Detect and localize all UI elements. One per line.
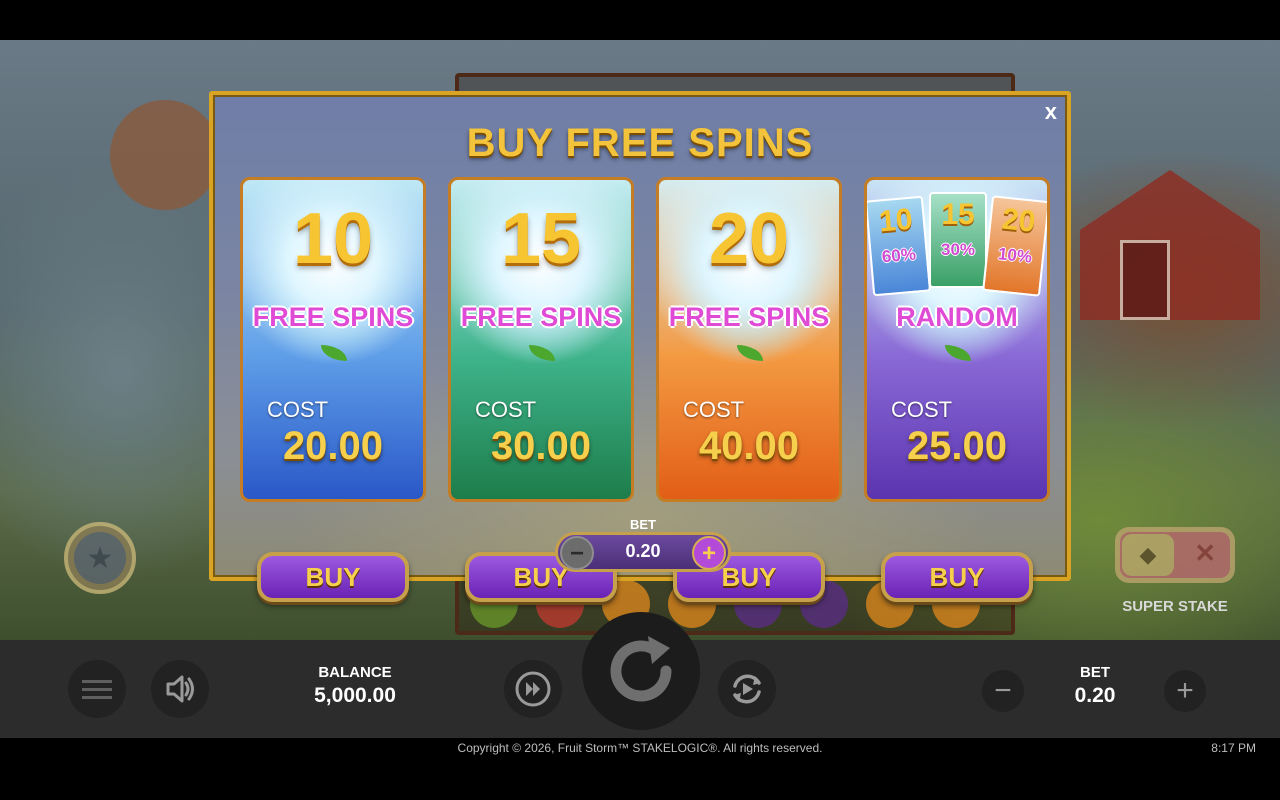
bottom-control-bar: BALANCE 5,000.00 − BET 0.20 + [0, 612, 1280, 738]
footer: Copyright © 2026, Fruit Storm™ STAKELOGI… [0, 738, 1280, 760]
cost-value: 20.00 [282, 424, 384, 468]
autoplay-icon [733, 674, 761, 704]
free-spins-label: FREE SPINS [460, 302, 622, 332]
random-options: 10 60% 15 30% 20 10% [867, 192, 1047, 308]
random-label: RANDOM [896, 302, 1018, 332]
sound-button[interactable] [151, 660, 209, 718]
super-stake-toggle[interactable]: ◆ ✕ [1115, 527, 1235, 583]
dialog-bet-decrease-button[interactable]: − [560, 536, 594, 570]
spin-arrow-icon [610, 636, 672, 702]
dialog-bet-label: BET [630, 517, 656, 532]
random-option-spins: 20 [1000, 202, 1037, 239]
buy-random-spins-button[interactable]: BUY [881, 552, 1033, 602]
bet-label: BET [1080, 664, 1110, 681]
spins-count: 20 [708, 199, 790, 279]
free-spins-card-15[interactable]: 15 FREE SPINS COST 30.00 [448, 177, 634, 502]
free-spins-options: 10 FREE SPINS COST 20.00 15 FREE SPINS C… [240, 177, 1052, 602]
menu-button[interactable] [68, 660, 126, 718]
balance-value: 5,000.00 [314, 684, 396, 707]
buy-free-spins-dialog: x BUY FREE SPINS 10 FREE SPINS COST 20.0… [209, 91, 1071, 602]
star-icon: ★ [86, 541, 114, 575]
copyright-text: Copyright © 2026, Fruit Storm™ STAKELOGI… [457, 741, 823, 755]
cost-label: COST [267, 397, 329, 422]
autoplay-button[interactable] [718, 660, 776, 718]
cost-label: COST [683, 397, 745, 422]
dialog-bet-value: 0.20 [625, 541, 661, 561]
dialog-bet-increase-button[interactable]: + [692, 536, 726, 570]
clock: 8:17 PM [1211, 741, 1256, 755]
buy-10-spins-button[interactable]: BUY [257, 552, 409, 602]
random-option-chance: 60% [881, 244, 917, 267]
spins-count: 10 [292, 199, 374, 279]
bet-increase-button[interactable]: + [1164, 670, 1206, 712]
cost-value: 30.00 [490, 424, 592, 468]
random-option-chance: 10% [997, 244, 1033, 267]
random-option-card: 15 30% [929, 192, 987, 288]
fast-forward-icon [515, 671, 551, 707]
super-stake-label: SUPER STAKE [1122, 598, 1228, 615]
free-spins-card-random[interactable]: 10 60% 15 30% 20 10% RANDOM COST 25.00 [864, 177, 1050, 502]
dialog-title: BUY FREE SPINS [466, 121, 814, 165]
hamburger-icon [82, 675, 112, 704]
random-option-card: 20 10% [982, 195, 1047, 297]
pig-character [110, 100, 220, 210]
speaker-icon [166, 675, 194, 703]
spins-count: 15 [500, 199, 582, 279]
balance-label: BALANCE [318, 664, 392, 681]
cost-value: 40.00 [698, 424, 800, 468]
random-option-spins: 10 [877, 202, 914, 239]
dialog-bet-stepper: − 0.20 + [555, 532, 731, 572]
free-spins-card-10[interactable]: 10 FREE SPINS COST 20.00 [240, 177, 426, 502]
random-option-spins: 15 [941, 198, 975, 231]
bet-decrease-button[interactable]: − [982, 670, 1024, 712]
free-spins-label: FREE SPINS [668, 302, 830, 332]
spin-button[interactable] [582, 612, 700, 730]
cost-label: COST [475, 397, 537, 422]
random-option-card: 10 60% [867, 195, 932, 297]
free-spins-card-20[interactable]: 20 FREE SPINS COST 40.00 [656, 177, 842, 502]
random-option-chance: 30% [940, 240, 976, 259]
bet-value: 0.20 [1074, 684, 1116, 707]
diamond-icon: ◆ [1139, 542, 1157, 567]
barn-door-scenery [1120, 240, 1170, 320]
free-spins-label: FREE SPINS [252, 302, 414, 332]
close-icon: ✕ [1194, 538, 1216, 568]
favourite-button[interactable]: ★ [64, 522, 136, 594]
turbo-button[interactable] [504, 660, 562, 718]
cost-label: COST [891, 397, 953, 422]
barn-scenery [1080, 170, 1260, 320]
cost-value: 25.00 [906, 424, 1008, 468]
